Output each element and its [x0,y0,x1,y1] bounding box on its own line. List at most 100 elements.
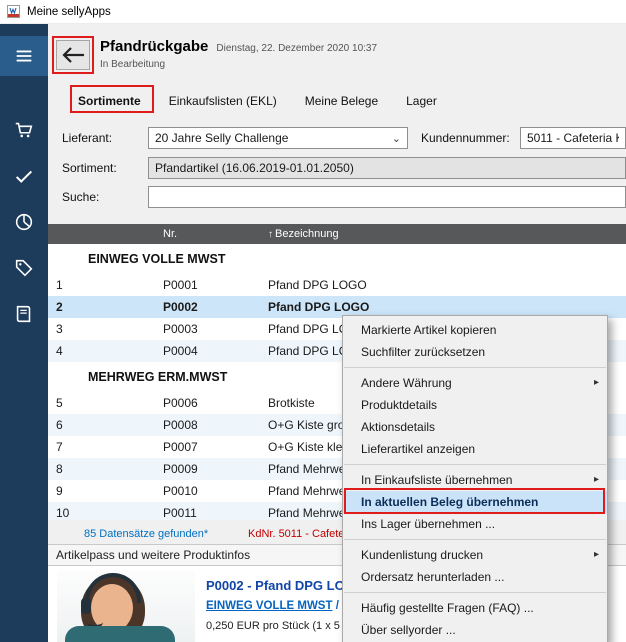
tab-bar: Sortimente Einkaufslisten (EKL) Meine Bele… [78,90,437,112]
page-title: Pfandrückgabe [100,38,208,55]
menu-item-suchfilter-zurücksetzen[interactable]: Suchfilter zurücksetzen [343,341,607,363]
article-nr: P0006 [155,392,260,414]
link-separator: / [333,600,343,612]
row-index: 4 [48,340,155,362]
menu-item-häufig-gestellte-fragen-faq[interactable]: Häufig gestellte Fragen (FAQ) ... [343,597,607,619]
sidebar-item-cart[interactable] [0,110,48,150]
menu-separator [344,592,606,593]
menu-separator [344,539,606,540]
column-header-nr[interactable]: Nr. [155,228,260,240]
menu-separator [344,367,606,368]
document-status: In Bearbeitung [100,59,165,70]
menu-item-über-sellyorder[interactable]: Über sellyorder ... [343,619,607,641]
row-index: 7 [48,436,155,458]
back-button[interactable] [56,40,90,70]
menu-item-label: In Einkaufsliste übernehmen [361,473,512,487]
menu-item-label: Kundenlistung drucken [361,548,483,562]
submenu-arrow-icon: ▸ [594,544,599,566]
sidebar-item-statistics[interactable] [0,202,48,242]
menu-item-ins-lager-übernehmen[interactable]: Ins Lager übernehmen ... [343,513,607,535]
cart-icon [13,119,35,141]
article-nr: P0009 [155,458,260,480]
suche-label: Suche: [62,190,99,204]
category-link-1[interactable]: EINWEG VOLLE MWST [206,600,333,612]
back-arrow-icon [61,46,85,64]
menu-item-aktionsdetails[interactable]: Aktionsdetails [343,416,607,438]
column-header-bezeichnung[interactable]: ↑Bezeichnung [260,228,626,240]
group-header-einweg-volle-mwst: EINWEG VOLLE MWST [48,244,626,274]
tab-sortimente[interactable]: Sortimente [78,94,141,108]
app-title: Meine sellyApps [27,6,111,18]
row-index: 2 [48,296,155,318]
row-index: 6 [48,414,155,436]
article-nr: P0003 [155,318,260,340]
tab-meine-belege[interactable]: Meine Belege [305,94,378,108]
row-index: 9 [48,480,155,502]
hamburger-icon [13,45,35,67]
page-datetime: Dienstag, 22. Dezember 2020 10:37 [216,43,377,54]
menu-separator [344,464,606,465]
sort-ascending-icon: ↑ [268,229,273,240]
article-nr: P0008 [155,414,260,436]
menu-item-label: Aktionsdetails [361,420,435,434]
menu-item-lieferartikel-anzeigen[interactable]: Lieferartikel anzeigen [343,438,607,460]
lieferant-label: Lieferant: [62,131,112,145]
titlebar: Meine sellyApps [0,0,626,24]
menu-item-label: Suchfilter zurücksetzen [361,345,485,359]
sidebar [0,24,48,642]
menu-item-produktdetails[interactable]: Produktdetails [343,394,607,416]
menu-item-label: In aktuellen Beleg übernehmen [361,495,538,509]
checkmark-icon [13,165,35,187]
article-nr: P0011 [155,502,260,520]
sidebar-item-prices[interactable] [0,248,48,288]
menu-item-kundenlistung-drucken[interactable]: Kundenlistung drucken ▸ [343,544,607,566]
tab-lager[interactable]: Lager [406,94,437,108]
row-index: 3 [48,318,155,340]
pie-chart-icon [13,211,35,233]
menu-item-markierte-artikel-kopieren[interactable]: Markierte Artikel kopieren [343,319,607,341]
kundennummer-value: 5011 - Cafeteria Kl [527,131,619,145]
menu-item-label: Lieferartikel anzeigen [361,442,475,456]
customer-number-text: KdNr. 5011 - Cafeteria [248,528,357,540]
menu-item-label: Markierte Artikel kopieren [361,323,496,337]
menu-item-label: Häufig gestellte Fragen (FAQ) ... [361,601,534,615]
menu-item-in-einkaufsliste-übernehmen[interactable]: In Einkaufsliste übernehmen ▸ [343,469,607,491]
article-nr: P0007 [155,436,260,458]
article-nr: P0004 [155,340,260,362]
records-found-text: 85 Datensätze gefunden* [84,528,208,540]
article-name: Pfand DPG LOGO [260,274,626,296]
menu-item-in-aktuellen-beleg-übernehmen[interactable]: In aktuellen Beleg übernehmen [343,491,607,513]
kundennummer-select[interactable]: 5011 - Cafeteria Kl [520,127,626,149]
sortiment-field: Pfandartikel (16.06.2019-01.01.2050) [148,157,626,179]
menu-item-label: Ins Lager übernehmen ... [361,517,495,531]
page-header: Pfandrückgabe Dienstag, 22. Dezember 202… [100,38,377,55]
row-index: 5 [48,392,155,414]
article-nr: P0010 [155,480,260,502]
search-input[interactable] [148,186,626,208]
table-header: Nr. ↑Bezeichnung [48,224,626,244]
menu-item-andere-währung[interactable]: Andere Währung ▸ [343,372,607,394]
menu-item-label: Über sellyorder ... [361,623,456,637]
table-row[interactable]: 1P0001Pfand DPG LOGO [48,274,626,296]
row-index: 1 [48,274,155,296]
menu-button[interactable] [0,36,48,76]
sortiment-label: Sortiment: [62,161,117,175]
article-nr: P0002 [155,296,260,318]
sidebar-item-catalog[interactable] [0,294,48,334]
tab-einkaufslisten-ekl[interactable]: Einkaufslisten (EKL) [169,94,277,108]
context-menu: Markierte Artikel kopieren Suchfilter zur… [342,315,608,642]
kundennummer-label: Kundennummer: [421,131,510,145]
app-window: Meine sellyApps [0,0,626,642]
submenu-arrow-icon: ▸ [594,372,599,394]
menu-item-label: Ordersatz herunterladen ... [361,570,504,584]
menu-item-label: Andere Währung [361,376,452,390]
menu-item-ordersatz-herunterladen[interactable]: Ordersatz herunterladen ... [343,566,607,588]
row-index: 8 [48,458,155,480]
support-agent-photo [57,570,195,642]
submenu-arrow-icon: ▸ [594,469,599,491]
lieferant-select[interactable]: 20 Jahre Selly Challenge ⌄ [148,127,408,149]
sidebar-item-check[interactable] [0,156,48,196]
chevron-down-icon: ⌄ [392,132,401,145]
tag-icon [13,257,35,279]
row-index: 10 [48,502,155,520]
